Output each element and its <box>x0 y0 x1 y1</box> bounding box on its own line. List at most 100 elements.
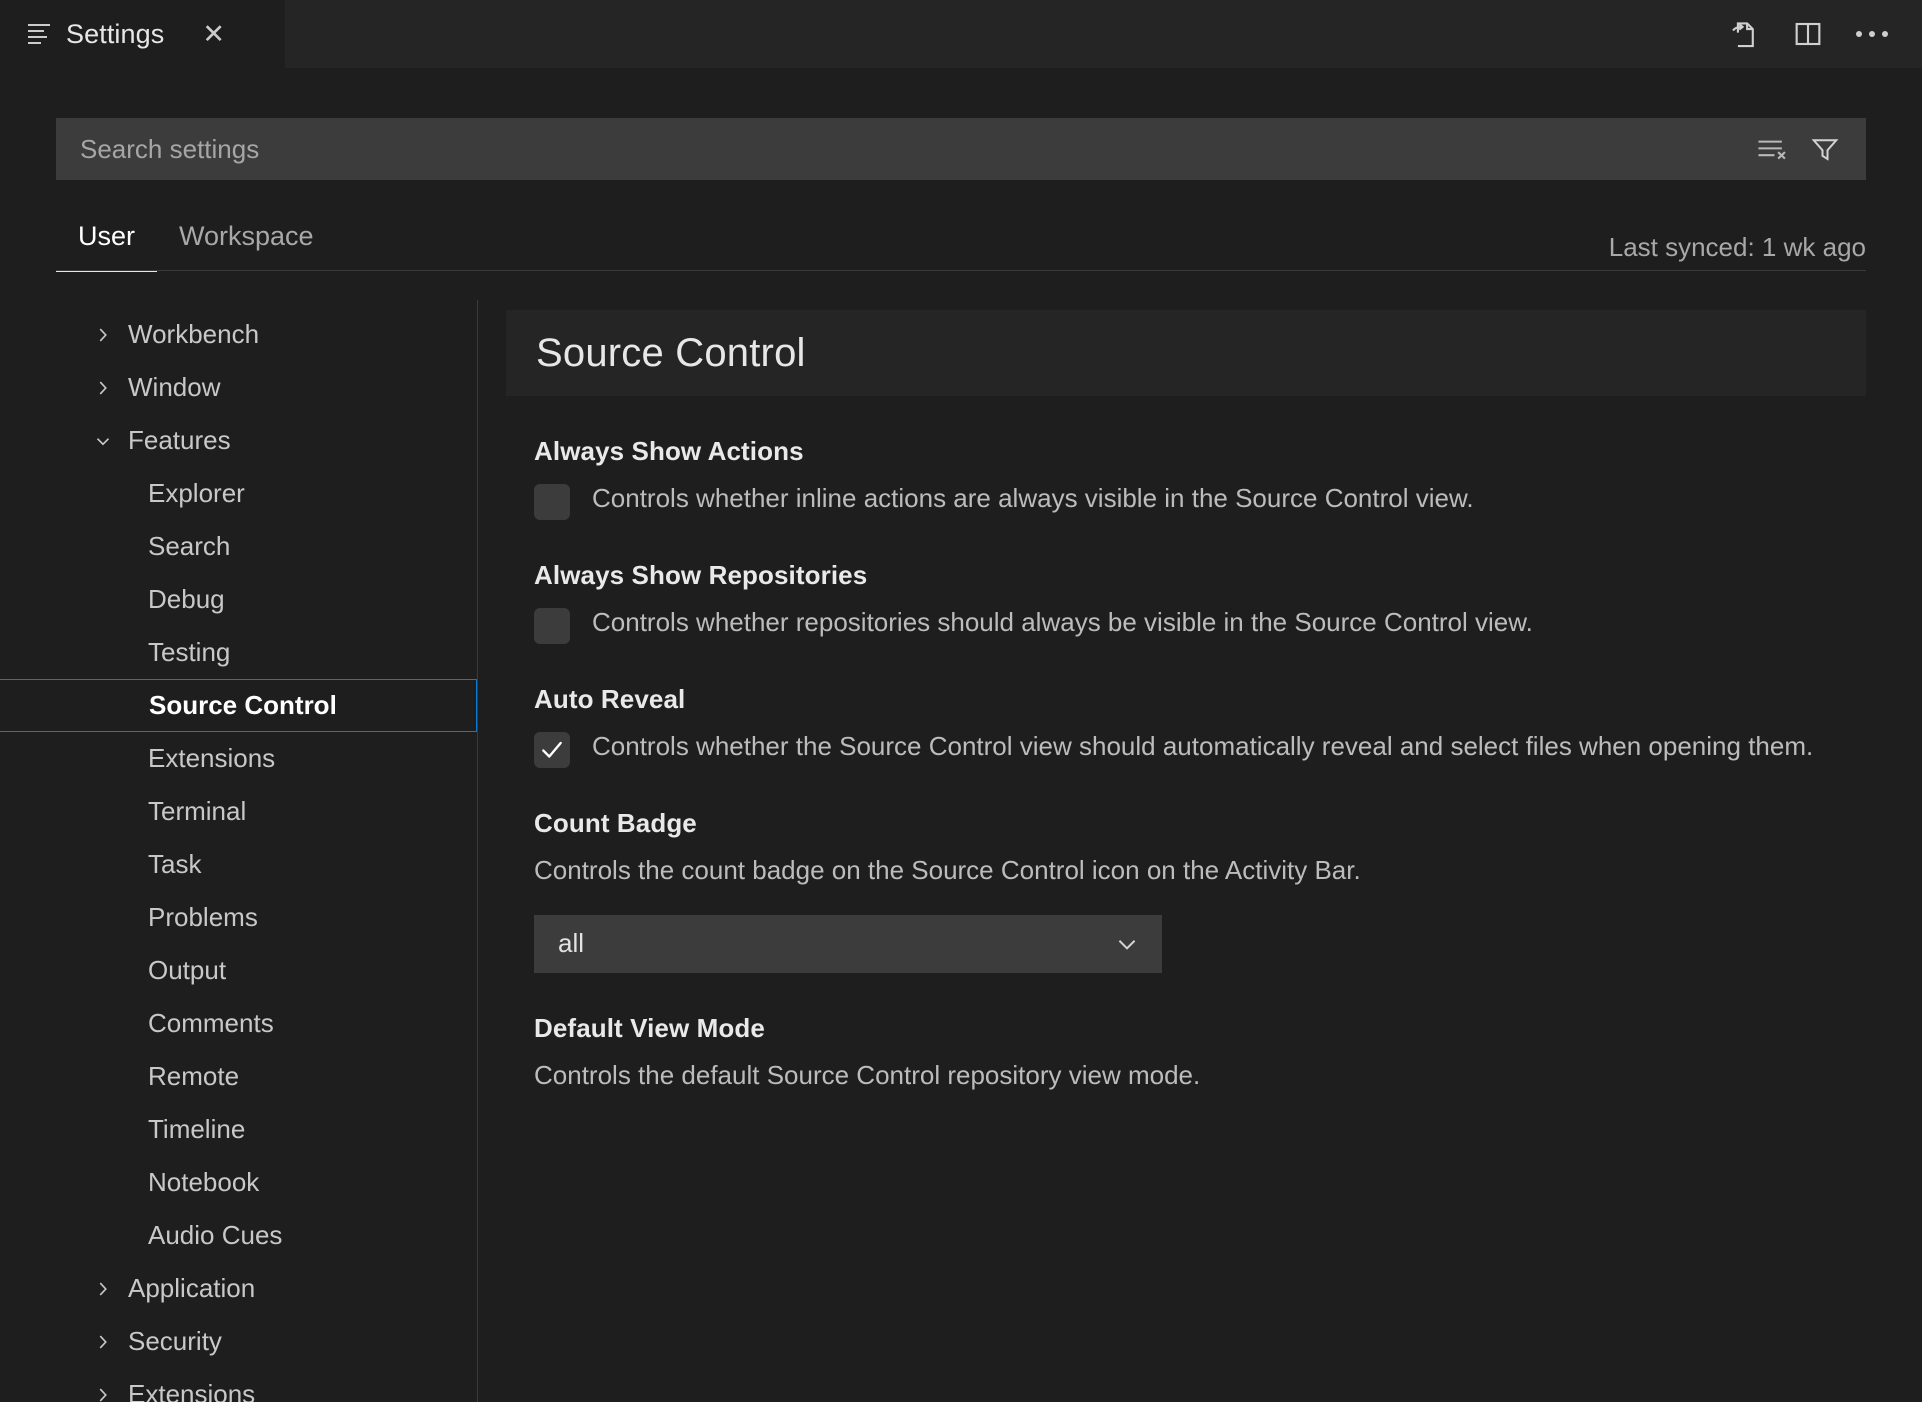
tab-bar-filler <box>285 0 1728 68</box>
toc-item-window[interactable]: Window <box>0 361 477 414</box>
more-actions-icon[interactable] <box>1854 25 1890 43</box>
chevron-down-icon[interactable] <box>92 430 114 452</box>
filter-settings-icon[interactable] <box>1810 134 1840 164</box>
tab-user-label: User <box>78 220 136 251</box>
search-input[interactable] <box>80 133 1756 165</box>
setting-item: Default View Mode Controls the default So… <box>506 1013 1922 1094</box>
setting-title: Default View Mode <box>534 1012 765 1043</box>
toc-item-features[interactable]: Features <box>0 414 477 467</box>
toc-item-label: Features <box>128 425 231 455</box>
setting-title: Count Badge <box>534 808 697 838</box>
toc-item-source-control[interactable]: Source Control <box>0 679 477 732</box>
toc-item-search[interactable]: Search <box>0 520 477 573</box>
setting-description-row: Controls the count badge on the Source C… <box>534 853 1922 889</box>
setting-item: Always Show Repositories Controls whether… <box>506 560 1922 644</box>
settings-body: Workbench Window Features Explorer Search Deb… <box>0 300 1922 1402</box>
toc-item-timeline[interactable]: Timeline <box>0 1103 477 1156</box>
clear-settings-search-icon[interactable] <box>1756 136 1788 162</box>
chevron-right-icon[interactable] <box>92 377 114 399</box>
toc-item-remote[interactable]: Remote <box>0 1050 477 1103</box>
editor-actions <box>1728 0 1922 68</box>
setting-description: Controls the count badge on the Source C… <box>534 855 1361 885</box>
settings-search-container <box>56 118 1866 180</box>
toc-item-label: Application <box>128 1273 256 1303</box>
setting-description: Controls whether inline actions are alwa… <box>592 483 1474 513</box>
chevron-right-icon[interactable] <box>92 1278 114 1300</box>
toc-item-explorer[interactable]: Explorer <box>0 467 477 520</box>
search-action-group <box>1756 134 1840 164</box>
setting-description-row: Controls whether the Source Control view… <box>534 729 1922 768</box>
setting-dropdown-value: all <box>558 928 585 959</box>
tab-workspace-label: Workspace <box>179 220 314 251</box>
toc-item-label: Debug <box>148 584 225 614</box>
checkbox-checked[interactable] <box>534 732 570 768</box>
toc-item-audio-cues[interactable]: Audio Cues <box>0 1209 477 1262</box>
chevron-right-icon[interactable] <box>92 1384 114 1402</box>
toc-item-extensions[interactable]: Extensions <box>0 732 477 785</box>
settings-list: Source Control Always Show Actions Contro… <box>478 300 1922 1402</box>
toc-item-label: Extensions <box>148 743 276 773</box>
toc-item-comments[interactable]: Comments <box>0 997 477 1050</box>
tab-settings[interactable]: Settings ✕ <box>0 0 285 68</box>
setting-description-row: Controls the default Source Control repo… <box>534 1058 1922 1094</box>
tab-label: Settings <box>66 18 165 49</box>
checkbox-unchecked[interactable] <box>534 484 570 520</box>
open-settings-json-icon[interactable] <box>1728 17 1762 51</box>
setting-title: Auto Reveal <box>534 684 686 714</box>
toc-item-label: Task <box>148 849 202 879</box>
editor-tab-bar: Settings ✕ <box>0 0 1922 68</box>
toc-item-label: Workbench <box>128 319 260 349</box>
chevron-down-icon <box>1114 931 1140 957</box>
toc-item-problems[interactable]: Problems <box>0 891 477 944</box>
setting-dropdown[interactable]: all <box>534 914 1162 973</box>
toc-item-application[interactable]: Application <box>0 1262 477 1315</box>
toc-item-workbench[interactable]: Workbench <box>0 308 477 361</box>
tab-user[interactable]: User <box>56 200 158 272</box>
setting-description: Controls whether the Source Control view… <box>592 731 1814 761</box>
scope-divider <box>56 270 1866 271</box>
toc-item-output[interactable]: Output <box>0 944 477 997</box>
toc-item-label: Extensions <box>128 1379 256 1402</box>
toc-item-testing[interactable]: Testing <box>0 626 477 679</box>
toc-item-label: Search <box>148 531 231 561</box>
toc-item-label: Remote <box>148 1061 240 1091</box>
setting-item: Count Badge Controls the count badge on t… <box>506 808 1922 973</box>
settings-toc: Workbench Window Features Explorer Search Deb… <box>0 300 478 1402</box>
toc-item-label: Source Control <box>149 690 337 720</box>
setting-title: Always Show Repositories <box>534 560 868 590</box>
toc-item-label: Notebook <box>148 1167 260 1197</box>
toc-item-notebook[interactable]: Notebook <box>0 1156 477 1209</box>
toc-item-debug[interactable]: Debug <box>0 573 477 626</box>
toc-item-label: Security <box>128 1326 222 1356</box>
chevron-right-icon[interactable] <box>92 1331 114 1353</box>
setting-description: Controls whether repositories should alw… <box>592 607 1533 637</box>
toc-item-label: Terminal <box>148 796 247 826</box>
setting-item: Auto Reveal Controls whether the Source C… <box>506 684 1922 768</box>
section-header: Source Control <box>506 310 1866 396</box>
split-editor-icon[interactable] <box>1792 18 1824 50</box>
tab-workspace[interactable]: Workspace <box>157 200 336 272</box>
toc-item-terminal[interactable]: Terminal <box>0 785 477 838</box>
page-title: Source Control <box>536 330 806 375</box>
setting-description-row: Controls whether inline actions are alwa… <box>534 481 1922 520</box>
toc-item-label: Comments <box>148 1008 274 1038</box>
setting-description: Controls the default Source Control repo… <box>534 1059 1201 1090</box>
checkbox-unchecked[interactable] <box>534 608 570 644</box>
toc-item-label: Problems <box>148 902 258 932</box>
settings-list-icon <box>28 22 52 46</box>
toc-item-security[interactable]: Security <box>0 1315 477 1368</box>
chevron-right-icon[interactable] <box>92 324 114 346</box>
setting-title: Always Show Actions <box>534 436 804 466</box>
toc-item-label: Testing <box>148 637 231 667</box>
toc-item-label: Timeline <box>148 1114 246 1144</box>
toc-item-label: Window <box>128 372 221 402</box>
settings-search-box[interactable] <box>56 118 1866 180</box>
toc-item-extensions[interactable]: Extensions <box>0 1368 477 1402</box>
toc-item-label: Output <box>148 955 227 985</box>
toc-item-label: Audio Cues <box>148 1220 283 1250</box>
sync-status-label: Last synced: 1 wk ago <box>1608 232 1866 262</box>
toc-item-label: Explorer <box>148 478 245 508</box>
scope-tab-list: User Workspace <box>56 200 336 272</box>
toc-item-task[interactable]: Task <box>0 838 477 891</box>
close-icon[interactable]: ✕ <box>202 21 225 48</box>
